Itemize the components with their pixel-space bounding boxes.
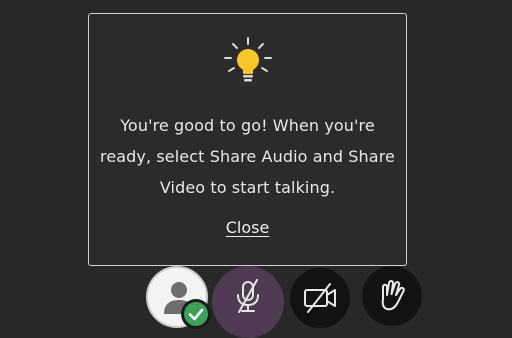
share-audio-button[interactable] <box>212 266 284 338</box>
raise-hand-button[interactable] <box>362 266 422 326</box>
session-stage: You're good to go! When you're ready, se… <box>0 0 512 338</box>
my-status-button[interactable] <box>146 266 208 328</box>
microphone-muted-icon <box>237 279 259 313</box>
tip-message: You're good to go! When you're ready, se… <box>100 116 395 197</box>
close-link[interactable]: Close <box>89 217 406 239</box>
raise-hand-icon <box>381 280 405 311</box>
share-video-button[interactable] <box>290 268 350 328</box>
ready-tip-dialog: You're good to go! When you're ready, se… <box>88 13 407 266</box>
camera-off-icon <box>304 283 336 313</box>
user-icon <box>164 282 194 314</box>
lightbulb-icon <box>224 37 272 82</box>
